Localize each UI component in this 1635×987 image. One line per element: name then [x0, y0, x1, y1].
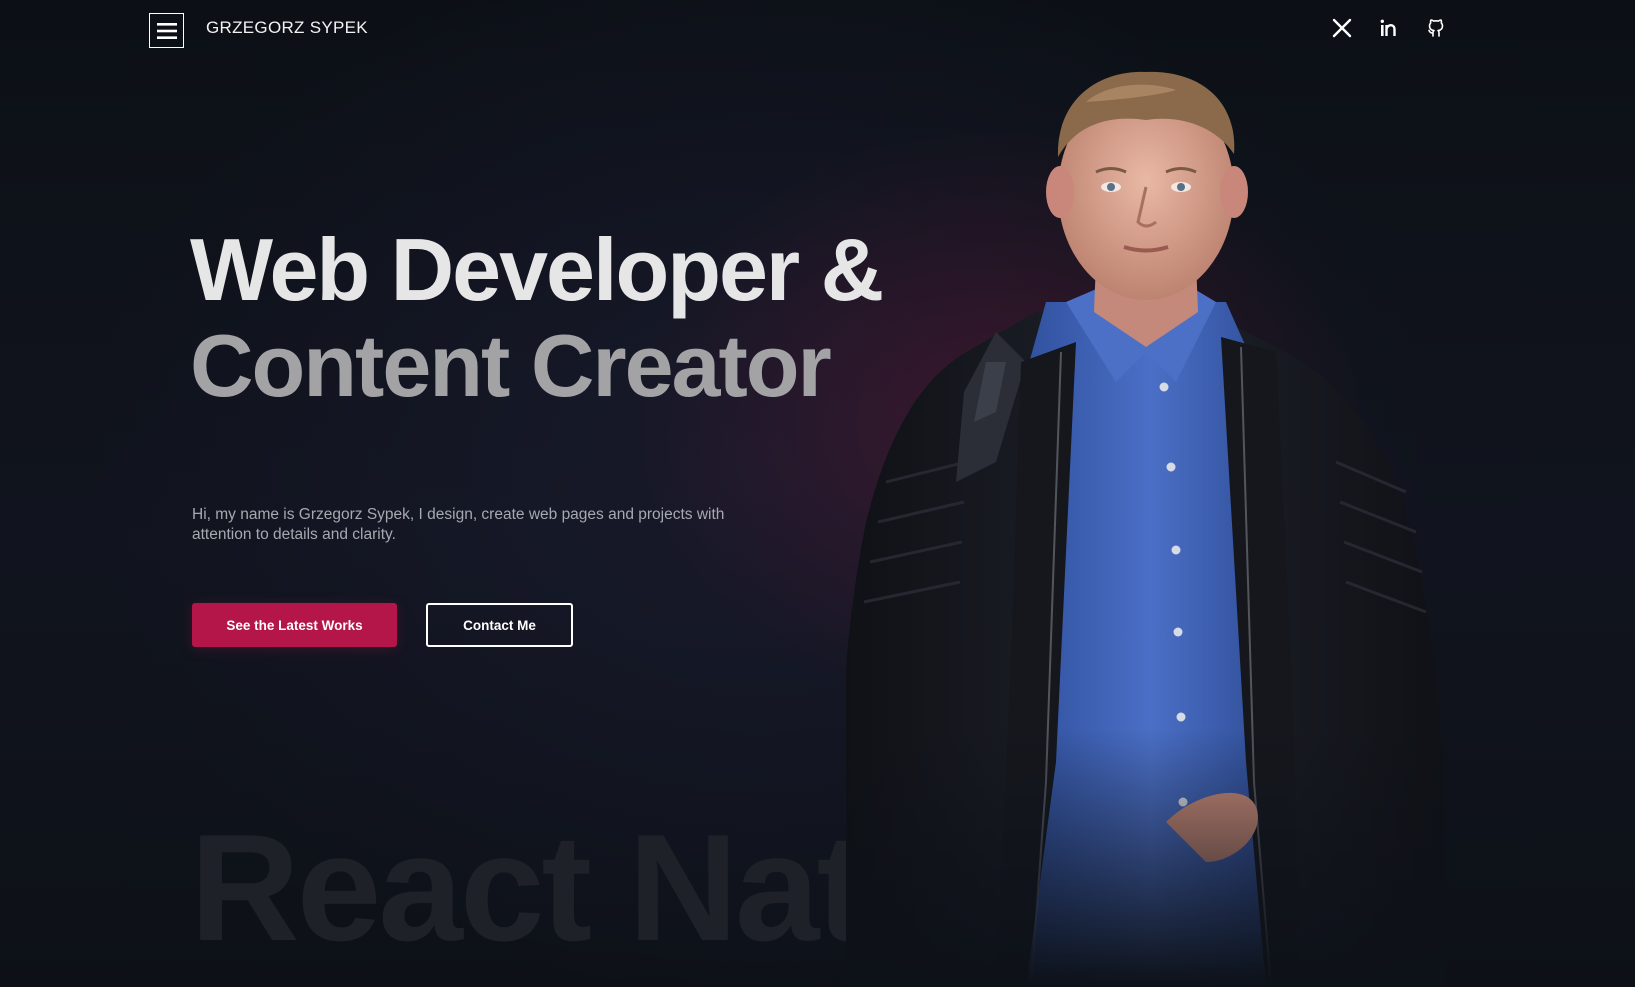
portrait-photo	[846, 62, 1446, 987]
linkedin-icon	[1380, 19, 1396, 36]
site-header: GRZEGORZ SYPEK	[0, 0, 1635, 60]
hero-title-line-2: Content Creator	[190, 316, 832, 415]
x-twitter-link[interactable]	[1330, 16, 1354, 40]
linkedin-link[interactable]	[1377, 16, 1401, 40]
brand-name[interactable]: GRZEGORZ SYPEK	[206, 18, 368, 38]
hamburger-menu-icon	[156, 22, 177, 39]
github-link[interactable]	[1424, 16, 1448, 40]
see-latest-works-button[interactable]: See the Latest Works	[192, 603, 397, 647]
menu-button[interactable]	[149, 13, 184, 48]
x-icon	[1332, 18, 1352, 38]
hero-title: Web Developer & Content Creator	[190, 220, 884, 415]
hero-intro-text: Hi, my name is Grzegorz Sypek, I design,…	[192, 506, 725, 543]
github-icon	[1428, 19, 1444, 37]
contact-me-button[interactable]: Contact Me	[426, 603, 573, 647]
hero-title-line-1: Web Developer &	[190, 220, 884, 319]
